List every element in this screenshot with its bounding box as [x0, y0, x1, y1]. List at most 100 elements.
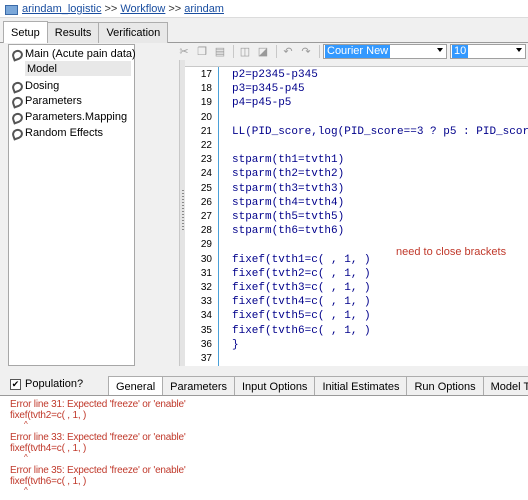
workflow-link-icon	[11, 127, 23, 139]
error-output-panel: Error line 31: Expected 'freeze' or 'ena…	[0, 395, 528, 500]
workflow-link-icon	[11, 111, 23, 123]
line-number: 24	[200, 168, 212, 180]
font-family-dropdown[interactable]: Courier New	[323, 44, 447, 59]
breadcrumb: arindam_logistic >> Workflow >> arindam	[0, 0, 528, 18]
line-number: 35	[200, 324, 212, 336]
breadcrumb-separator: >>	[104, 2, 118, 15]
editor-toolbar: ✂ ❐ ▤ ◫ ◪ ↶ ↷ Courier New 10	[176, 43, 528, 60]
tree-item-label: Model	[27, 62, 57, 75]
line-number: 20	[200, 111, 212, 123]
tree-item-random-effects[interactable]: Random Effects	[11, 125, 103, 140]
tree-item-parameters[interactable]: Parameters	[11, 93, 82, 108]
splitter-grip[interactable]	[182, 190, 184, 230]
workflow-link-icon	[11, 95, 23, 107]
line-number: 17	[200, 69, 212, 80]
tab-input-options[interactable]: Input Options	[234, 376, 316, 396]
tab-initial-estimates[interactable]: Initial Estimates	[314, 376, 408, 396]
line-number: 29	[200, 239, 212, 251]
font-family-value: Courier New	[325, 45, 391, 58]
population-label: Population?	[25, 378, 84, 390]
tree-item-dosing[interactable]: Dosing	[11, 78, 59, 93]
comment-icon[interactable]: ◫	[237, 44, 253, 59]
code-line: fixef(tvth6=c( , 1, )	[232, 324, 371, 337]
code-line: p3=p345-p45	[232, 83, 305, 96]
workflow-link-icon	[11, 48, 23, 60]
code-line: stparm(th6=tvth6)	[232, 225, 345, 238]
tab-verification[interactable]: Verification	[98, 22, 169, 43]
tab-run-options[interactable]: Run Options	[406, 376, 484, 396]
code-line: LL(PID_score,log(PID_score==3 ? p5 : PID…	[232, 125, 528, 138]
error-caret-icon: ^	[24, 486, 28, 495]
main-tab-strip: Setup Results Verification	[0, 21, 528, 43]
tab-results[interactable]: Results	[46, 22, 100, 43]
error-caret-icon: ^	[24, 420, 28, 429]
tree-item-label: Dosing	[25, 79, 60, 92]
code-line: stparm(th4=tvth4)	[232, 196, 345, 209]
code-line: stparm(th2=tvth2)	[232, 168, 345, 181]
code-line: fixef(tvth4=c( , 1, )	[232, 296, 371, 309]
font-size-dropdown[interactable]: 10	[450, 44, 526, 59]
code-line: stparm(th1=tvth1)	[232, 154, 345, 167]
bottom-tab-strip: General Parameters Input Options Initial…	[108, 376, 528, 396]
line-number: 30	[200, 253, 212, 265]
code-line: fixef(tvth3=c( , 1, )	[232, 282, 371, 294]
error-message: Error line 35: Expected 'freeze' or 'ena…	[10, 465, 186, 476]
line-number: 23	[200, 154, 212, 166]
workflow-link-icon	[11, 80, 23, 92]
line-number: 21	[200, 125, 212, 137]
copy-icon[interactable]: ❐	[194, 44, 210, 59]
code-line: stparm(th5=tvth5)	[232, 211, 345, 223]
line-number: 36	[200, 338, 212, 350]
fold-margin-line	[218, 67, 219, 366]
line-number: 26	[200, 196, 212, 208]
breadcrumb-object-link[interactable]: arindam	[184, 3, 224, 15]
error-code: fixef(tvth2=c( , 1, )	[10, 410, 87, 421]
checkbox-checked-icon[interactable]: ✔	[10, 378, 21, 390]
cut-icon[interactable]: ✂	[176, 44, 192, 59]
code-line: stparm(th3=tvth3)	[232, 182, 345, 195]
tree-item-model[interactable]: Model	[25, 61, 131, 76]
uncomment-icon[interactable]: ◪	[255, 44, 271, 59]
project-icon	[5, 3, 18, 15]
line-number: 19	[200, 97, 212, 109]
setup-tree: Main (Acute pain data) Model Dosing Para…	[8, 44, 136, 366]
line-number: 27	[200, 211, 212, 222]
tree-item-label: Random Effects	[25, 126, 104, 139]
line-number: 37	[200, 353, 212, 364]
tree-item-parameters-mapping[interactable]: Parameters.Mapping	[11, 109, 127, 124]
tab-general[interactable]: General	[108, 376, 164, 396]
tab-setup[interactable]: Setup	[3, 21, 48, 43]
tab-parameters[interactable]: Parameters	[162, 376, 235, 396]
tree-item-label: Parameters.Mapping	[25, 110, 128, 123]
tab-model-text[interactable]: Model Text	[482, 376, 528, 396]
code-editor[interactable]: 17 18 19 20 21 22 23 24 25 26 27 28 29 30 31 32 33 34 35 36…	[185, 66, 528, 366]
population-checkbox[interactable]: ✔ Population?	[10, 377, 105, 391]
redo-icon[interactable]: ↷	[298, 44, 314, 59]
chevron-down-icon	[516, 48, 522, 52]
code-line: fixef(tvth1=c( , 1, )	[232, 253, 371, 266]
line-number: 25	[200, 182, 212, 194]
code-line: }	[232, 338, 239, 351]
error-code: fixef(tvth6=c( , 1, )	[10, 476, 87, 487]
code-line: p2=p2345-p345	[232, 69, 318, 81]
paste-icon[interactable]: ▤	[212, 44, 228, 59]
code-annotation: need to close brackets	[396, 246, 507, 258]
error-caret-icon: ^	[24, 453, 28, 462]
line-number: 22	[200, 140, 212, 151]
code-line: fixef(tvth5=c( , 1, )	[232, 310, 371, 323]
tree-item-label: Parameters	[25, 94, 82, 107]
chevron-down-icon	[437, 48, 443, 52]
code-line: p4=p45-p5	[232, 97, 292, 110]
line-number-gutter: 17 18 19 20 21 22 23 24 25 26 27 28 29 30 31 32 33 34 35 36…	[185, 67, 215, 366]
breadcrumb-project-link[interactable]: arindam_logistic	[22, 3, 101, 15]
toolbar-separator	[319, 45, 320, 58]
breadcrumb-workflow-link[interactable]: Workflow	[120, 3, 165, 15]
code-line: fixef(tvth2=c( , 1, )	[232, 267, 371, 280]
undo-icon[interactable]: ↶	[280, 44, 296, 59]
line-number: 34	[200, 310, 212, 322]
breadcrumb-separator: >>	[168, 2, 182, 15]
line-number: 33	[200, 296, 212, 308]
toolbar-separator	[276, 45, 277, 58]
line-number: 18	[200, 83, 212, 95]
tree-item-main[interactable]: Main (Acute pain data)	[11, 46, 136, 61]
